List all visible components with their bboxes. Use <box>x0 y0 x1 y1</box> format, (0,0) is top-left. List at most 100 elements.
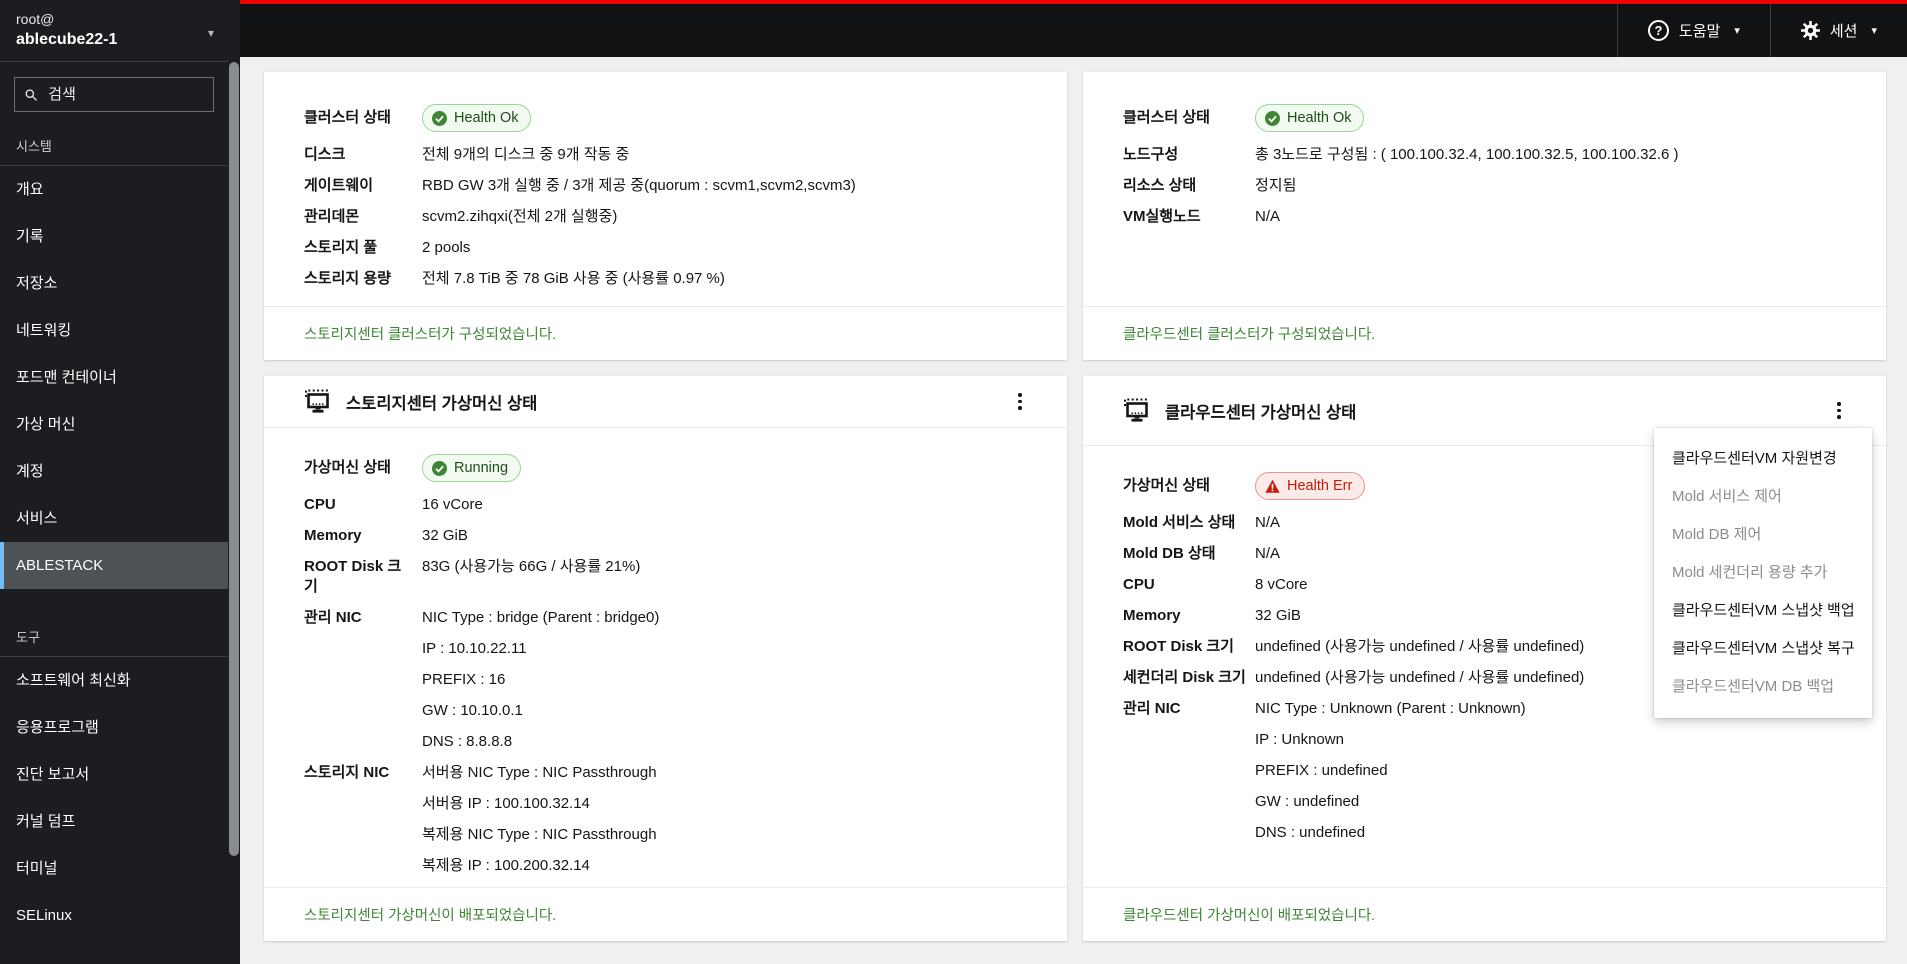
info-row: 스토리지 용량 전체 7.8 TiB 중 78 GiB 사용 중 (사용률 0.… <box>304 269 1027 289</box>
info-value: 정지됨 <box>1255 177 1297 194</box>
sidebar-item-overview[interactable]: 개요 <box>0 166 228 213</box>
info-label: VM실행노드 <box>1123 208 1201 225</box>
host-switcher[interactable]: root@ ablecube22-1 ▾ <box>0 0 228 62</box>
info-label: ROOT Disk 크기 <box>1123 638 1234 655</box>
info-value: 전체 7.8 TiB 중 78 GiB 사용 중 (사용률 0.97 %) <box>422 270 725 287</box>
sidebar-item-ablestack[interactable]: ABLESTACK <box>0 542 228 589</box>
chevron-down-icon: ▾ <box>207 26 214 40</box>
info-row: 노드구성 총 3노드로 구성됨 : ( 100.100.32.4, 100.10… <box>1123 145 1846 165</box>
session-menu-button[interactable]: 세션 ▾ <box>1769 4 1907 57</box>
info-label: Mold 서비스 상태 <box>1123 514 1236 531</box>
card-footer-link[interactable]: 스토리지센터 클러스터가 구성되었습니다. <box>264 306 1067 360</box>
sidebar-item-services[interactable]: 서비스 <box>0 495 228 542</box>
info-value: N/A <box>1255 208 1281 225</box>
card-footer-link[interactable]: 클라우드센터 클러스터가 구성되었습니다. <box>1083 306 1886 360</box>
warning-triangle-icon <box>1265 479 1280 493</box>
cloud-vm-card: 클라우드센터 가상머신 상태 클라우드센터VM 자원변경 Mold 서비스 제어… <box>1083 376 1886 941</box>
kebab-menu-button[interactable] <box>1826 396 1852 426</box>
nav-section-tools: 도구 <box>0 613 228 657</box>
info-value: RBD GW 3개 실행 중 / 3개 제공 중(quorum : scvm1,… <box>422 177 856 194</box>
sidebar-item-terminal[interactable]: 터미널 <box>0 845 228 892</box>
info-label: Memory <box>1123 607 1181 624</box>
sidebar-item-applications[interactable]: 응용프로그램 <box>0 704 228 751</box>
sidebar-item-storage[interactable]: 저장소 <box>0 260 228 307</box>
help-menu-button[interactable]: ? 도움말 ▾ <box>1616 4 1770 57</box>
nav-section-system: 시스템 <box>0 122 228 166</box>
sidebar-item-logs[interactable]: 기록 <box>0 213 228 260</box>
info-label: 관리데몬 <box>304 208 360 225</box>
menu-item-db-backup: 클라우드센터VM DB 백업 <box>1672 678 1835 695</box>
info-row: 스토리지 NIC 서버용 NIC Type : NIC Passthrough … <box>304 763 1027 876</box>
menu-item-resource-change[interactable]: 클라우드센터VM 자원변경 <box>1654 440 1872 478</box>
masthead: ? 도움말 ▾ 세션 ▾ <box>240 4 1907 57</box>
info-label: 리소스 상태 <box>1123 177 1197 194</box>
info-label: CPU <box>1123 576 1155 593</box>
search-icon <box>25 88 38 101</box>
info-value: 16 vCore <box>422 496 483 513</box>
cockpit-page: ? 도움말 ▾ 세션 ▾ root@ ablecube22-1 ▾ 검색 시스템… <box>0 0 1907 964</box>
info-value: 전체 9개의 디스크 중 9개 작동 중 <box>422 146 630 163</box>
sidebar-scrollbar-track <box>228 0 240 964</box>
host-user: root@ <box>16 11 55 27</box>
info-row: Memory 32 GiB <box>304 526 1027 546</box>
info-label: 클러스터 상태 <box>304 109 391 126</box>
sidebar-scrollbar-thumb[interactable] <box>229 62 239 856</box>
sidebar-search[interactable] <box>14 77 214 112</box>
main-content: 클러스터 상태 Health Ok 디스크 전체 9개의 디스크 중 9개 작동… <box>240 57 1907 964</box>
sidebar-item-diagnostic-reports[interactable]: 진단 보고서 <box>0 751 228 798</box>
info-value: 총 3노드로 구성됨 : ( 100.100.32.4, 100.100.32.… <box>1255 146 1679 163</box>
help-menu-label: 도움말 <box>1678 23 1721 40</box>
info-row: 관리 NIC NIC Type : Unknown (Parent : Unkn… <box>1123 699 1846 843</box>
card-title: 클라우드센터 가상머신 상태 <box>1165 403 1357 422</box>
card-title: 스토리지센터 가상머신 상태 <box>346 394 538 413</box>
sidebar-nav: 시스템 개요 기록 저장소 네트워킹 포드맨 컨테이너 가상 머신 계정 서비스… <box>0 122 228 939</box>
question-circle-icon: ? <box>1647 20 1669 41</box>
info-row: 클러스터 상태 Health Ok <box>1123 104 1846 132</box>
info-row: 클러스터 상태 Health Ok <box>304 104 1027 132</box>
host-name: ablecube22-1 <box>16 31 118 48</box>
card-footer-link[interactable]: 클라우드센터 가상머신이 배포되었습니다. <box>1083 887 1886 941</box>
info-row: 관리데몬 scvm2.zihqxi(전체 2개 실행중) <box>304 207 1027 227</box>
sidebar-item-accounts[interactable]: 계정 <box>0 448 228 495</box>
sidebar-item-networking[interactable]: 네트워킹 <box>0 307 228 354</box>
card-footer-link[interactable]: 스토리지센터 가상머신이 배포되었습니다. <box>264 887 1067 941</box>
search-input[interactable] <box>46 85 203 104</box>
kebab-menu-button[interactable] <box>1007 387 1033 417</box>
info-value: 83G (사용가능 66G / 사용률 21%) <box>422 558 641 575</box>
info-row: CPU 16 vCore <box>304 495 1027 515</box>
menu-item-snapshot-restore[interactable]: 클라우드센터VM 스냅샷 복구 <box>1654 630 1872 668</box>
menu-item-snapshot-backup[interactable]: 클라우드센터VM 스냅샷 백업 <box>1654 592 1872 630</box>
info-row: 가상머신 상태 Running <box>304 454 1027 482</box>
info-row: 디스크 전체 9개의 디스크 중 9개 작동 중 <box>304 145 1027 165</box>
sidebar-item-kernel-dump[interactable]: 커널 덤프 <box>0 798 228 845</box>
info-row: 게이트웨이 RBD GW 3개 실행 중 / 3개 제공 중(quorum : … <box>304 176 1027 196</box>
check-circle-icon <box>1265 110 1280 126</box>
vm-monitor-icon <box>1124 398 1149 422</box>
info-value: 32 GiB <box>422 527 468 544</box>
info-label: CPU <box>304 496 336 513</box>
info-label: 관리 NIC <box>1123 700 1181 717</box>
sidebar-item-software-updates[interactable]: 소프트웨어 최신화 <box>0 657 228 704</box>
session-menu-label: 세션 <box>1829 23 1858 40</box>
info-row: ROOT Disk 크기 83G (사용가능 66G / 사용률 21%) <box>304 557 1027 597</box>
storage-vm-card: 스토리지센터 가상머신 상태 가상머신 상태 Running CPU 16 vC… <box>264 376 1067 941</box>
gear-icon <box>1800 21 1820 40</box>
sidebar-item-selinux[interactable]: SELinux <box>0 892 228 939</box>
sidebar-item-virtual-machines[interactable]: 가상 머신 <box>0 401 228 448</box>
info-label: 스토리지 NIC <box>304 764 390 781</box>
info-row: VM실행노드 N/A <box>1123 207 1846 227</box>
status-badge-health-ok: Health Ok <box>422 104 532 132</box>
menu-item-mold-secondary-add: Mold 세컨더리 용량 추가 <box>1672 564 1828 581</box>
sidebar-item-podman-containers[interactable]: 포드맨 컨테이너 <box>0 354 228 401</box>
info-label: ROOT Disk 크기 <box>304 558 402 595</box>
info-row: 리소스 상태 정지됨 <box>1123 176 1846 196</box>
info-value: NIC Type : Unknown (Parent : Unknown) IP… <box>1255 700 1526 841</box>
info-label: 가상머신 상태 <box>1123 477 1210 494</box>
info-label: 클러스터 상태 <box>1123 109 1210 126</box>
cloud-cluster-card: 클러스터 상태 Health Ok 노드구성 총 3노드로 구성됨: (10… <box>1083 72 1886 360</box>
info-label: 스토리지 풀 <box>304 239 378 256</box>
info-value: scvm2.zihqxi(전체 2개 실행중) <box>422 208 618 225</box>
storage-cluster-card: 클러스터 상태 Health Ok 디스크 전체 9개의 디스크 중 9개 작동… <box>264 72 1067 360</box>
status-badge-health-err: Health Err <box>1255 472 1366 500</box>
info-label: Memory <box>304 527 362 544</box>
